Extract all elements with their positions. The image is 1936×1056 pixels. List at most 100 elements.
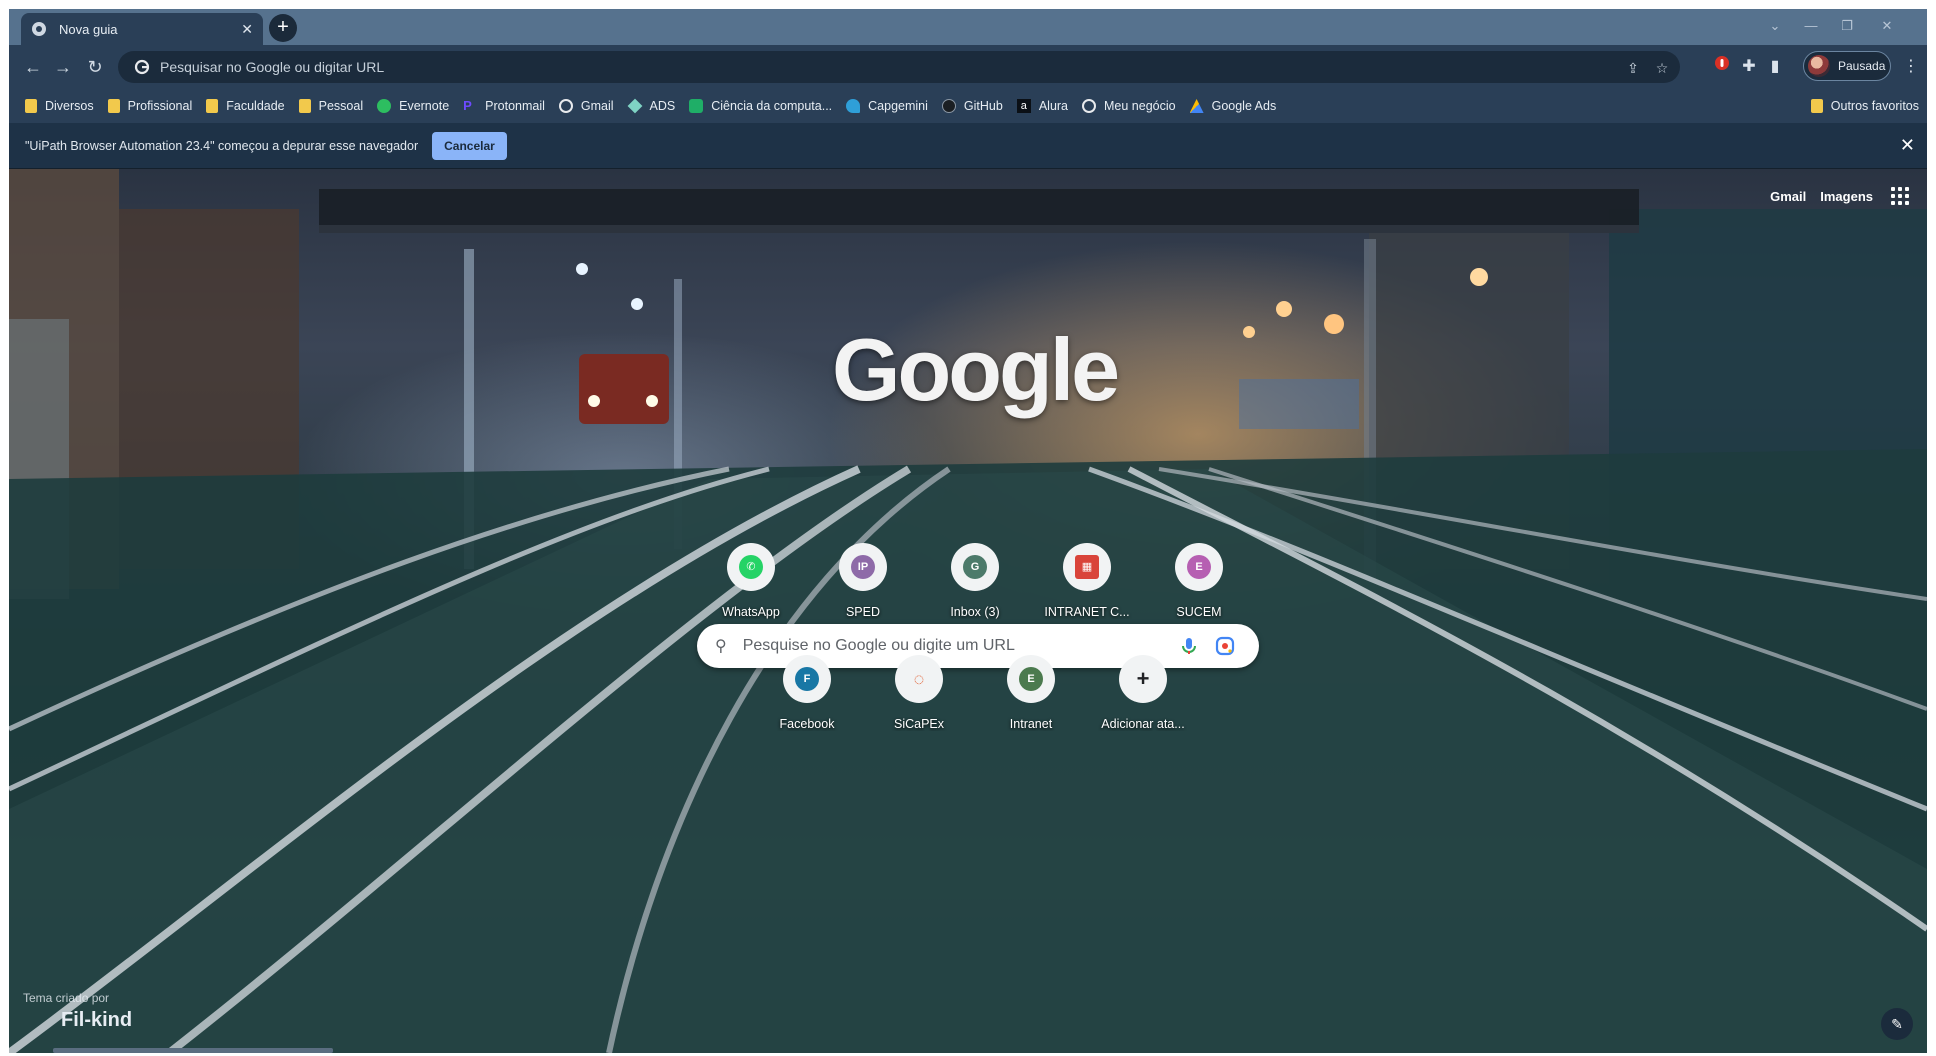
intranet-icon: E [1019, 667, 1043, 691]
infobar-message: "UiPath Browser Automation 23.4" começou… [25, 138, 419, 153]
search-icon: ⚲ [715, 638, 727, 655]
bookmark-pessoal[interactable]: Pessoal [298, 99, 363, 113]
shortcut-label: Facebook [779, 717, 835, 731]
inbox-icon: G [963, 555, 987, 579]
google-apps-icon[interactable] [1891, 187, 1909, 205]
add-icon: + [1131, 667, 1155, 691]
infobar-close-icon[interactable]: ✕ [1900, 135, 1915, 156]
capgemini-icon [846, 99, 861, 113]
toolbar: ← → ↻ Pesquisar no Google ou digitar URL… [9, 45, 1927, 89]
profile-button[interactable]: Pausada [1803, 51, 1891, 81]
horizontal-scrollbar[interactable] [53, 1048, 333, 1053]
folder-icon [206, 99, 219, 113]
whatsapp-icon: ✆ [739, 555, 763, 579]
bookmark-gmail[interactable]: Gmail [558, 99, 614, 113]
google-icon [558, 99, 573, 113]
shortcut-label: Inbox (3) [950, 605, 1000, 619]
folder-icon [25, 99, 37, 113]
reload-button[interactable]: ↻ [83, 55, 107, 79]
shortcut-intranet[interactable]: E Intranet [975, 655, 1087, 731]
bookmark-diversos[interactable]: Diversos [25, 99, 94, 113]
share-icon[interactable]: ⇪ [1624, 59, 1642, 77]
shortcut-label: INTRANET C... [1044, 605, 1130, 619]
microphone-icon[interactable] [1179, 636, 1199, 656]
address-bar-placeholder: Pesquisar no Google ou digitar URL [160, 59, 385, 75]
extension-red-icon[interactable] [1710, 55, 1734, 79]
shortcut-sicapex[interactable]: ◌ SiCaPEx [863, 655, 975, 731]
bookmark-google-ads[interactable]: Google Ads [1189, 99, 1276, 113]
tab-search-icon[interactable]: ⌄ [1763, 15, 1787, 37]
sicapex-icon: ◌ [907, 667, 931, 691]
chrome-icon [32, 22, 46, 36]
forward-button[interactable]: → [51, 55, 75, 79]
close-window-button[interactable]: ✕ [1875, 15, 1899, 37]
bookmark-faculdade[interactable]: Faculdade [206, 99, 285, 113]
bookmark-ads[interactable]: ADS [627, 98, 675, 114]
tab-strip: Nova guia ✕ + ⌄ — ❐ ✕ [9, 9, 1927, 45]
tab-close-icon[interactable]: ✕ [241, 21, 253, 38]
shortcut-label: SiCaPEx [893, 717, 945, 731]
debugging-infobar: "UiPath Browser Automation 23.4" começou… [9, 123, 1927, 169]
intranet-c-icon: ▦ [1075, 555, 1099, 579]
tab-title: Nova guia [59, 21, 118, 37]
side-panel-icon[interactable]: ▮ [1763, 55, 1787, 79]
profile-status: Pausada [1838, 59, 1886, 73]
folder-icon [107, 99, 120, 113]
images-link[interactable]: Imagens [1820, 189, 1873, 204]
bookmark-profissional[interactable]: Profissional [107, 99, 192, 113]
browser-window: Nova guia ✕ + ⌄ — ❐ ✕ ← → ↻ Pesquisar no… [9, 9, 1927, 1053]
shortcut-whatsapp[interactable]: ✆ WhatsApp [695, 543, 807, 619]
new-tab-button[interactable]: + [269, 14, 297, 42]
bookmark-star-icon[interactable]: ☆ [1653, 59, 1671, 77]
address-bar[interactable]: Pesquisar no Google ou digitar URL ⇪ ☆ [118, 51, 1680, 83]
bookmarks-bar: Diversos Profissional Faculdade Pessoal … [9, 89, 1927, 123]
restore-button[interactable]: ❐ [1835, 15, 1859, 37]
shortcut-inbox[interactable]: G Inbox (3) [919, 543, 1031, 619]
shortcut-facebook[interactable]: F Facebook [751, 655, 863, 731]
protonmail-icon: P [463, 98, 472, 113]
tab-nova-guia[interactable]: Nova guia ✕ [21, 13, 263, 45]
shortcut-add[interactable]: + Adicionar ata... [1087, 655, 1199, 731]
bookmark-outros-favoritos[interactable]: Outros favoritos [1810, 89, 1919, 123]
minimize-button[interactable]: — [1799, 15, 1823, 37]
alura-icon: a [1016, 99, 1031, 113]
ntp-top-links: Gmail Imagens [1756, 187, 1909, 205]
gmail-link[interactable]: Gmail [1770, 189, 1806, 204]
shortcut-sucem[interactable]: E SUCEM [1143, 543, 1255, 619]
shortcut-label: SUCEM [1176, 605, 1222, 619]
bookmark-alura[interactable]: a Alura [1016, 99, 1068, 113]
google-logo: Google [832, 320, 1120, 419]
shortcut-label: Adicionar ata... [1101, 717, 1185, 731]
bookmark-evernote[interactable]: Evernote [377, 99, 449, 113]
new-tab-page: Gmail Imagens Google ⚲ Pesquise no Googl… [9, 169, 1927, 1053]
google-icon [1082, 99, 1097, 113]
ads-icon [627, 98, 642, 114]
sucem-icon: E [1187, 555, 1211, 579]
avatar [1808, 55, 1830, 77]
google-ads-icon [1189, 99, 1204, 113]
shortcut-sped[interactable]: IP SPED [807, 543, 919, 619]
google-lens-icon[interactable] [1215, 636, 1235, 656]
google-icon [134, 59, 150, 75]
sped-icon: IP [851, 555, 875, 579]
folder-icon [298, 99, 311, 113]
cancel-button[interactable]: Cancelar [432, 131, 507, 160]
shortcut-intranet-c[interactable]: ▦ INTRANET C... [1031, 543, 1143, 619]
extensions-puzzle-icon[interactable]: ✚ [1737, 55, 1761, 79]
bookmark-capgemini[interactable]: Capgemini [846, 99, 928, 113]
theme-author: Fil-kind [61, 1009, 133, 1031]
bookmark-github[interactable]: GitHub [941, 99, 1003, 113]
github-icon [941, 99, 956, 113]
menu-icon[interactable]: ⋮ [1899, 55, 1923, 79]
evernote-icon [377, 99, 392, 113]
bookmark-ciencia-computacao[interactable]: Ciência da computa... [689, 99, 832, 113]
bookmark-meu-negocio[interactable]: Meu negócio [1082, 99, 1176, 113]
theme-credit-caption: Tema criado por [23, 991, 110, 1005]
customize-pencil-icon[interactable]: ✎ [1881, 1008, 1913, 1040]
bookmark-protonmail[interactable]: P Protonmail [463, 98, 545, 114]
theme-credit[interactable]: Tema criado por Fil-kind [23, 991, 132, 1032]
facebook-icon: F [795, 667, 819, 691]
shortcut-label: Intranet [1009, 717, 1053, 731]
folder-icon [1810, 99, 1823, 113]
back-button[interactable]: ← [21, 55, 45, 79]
